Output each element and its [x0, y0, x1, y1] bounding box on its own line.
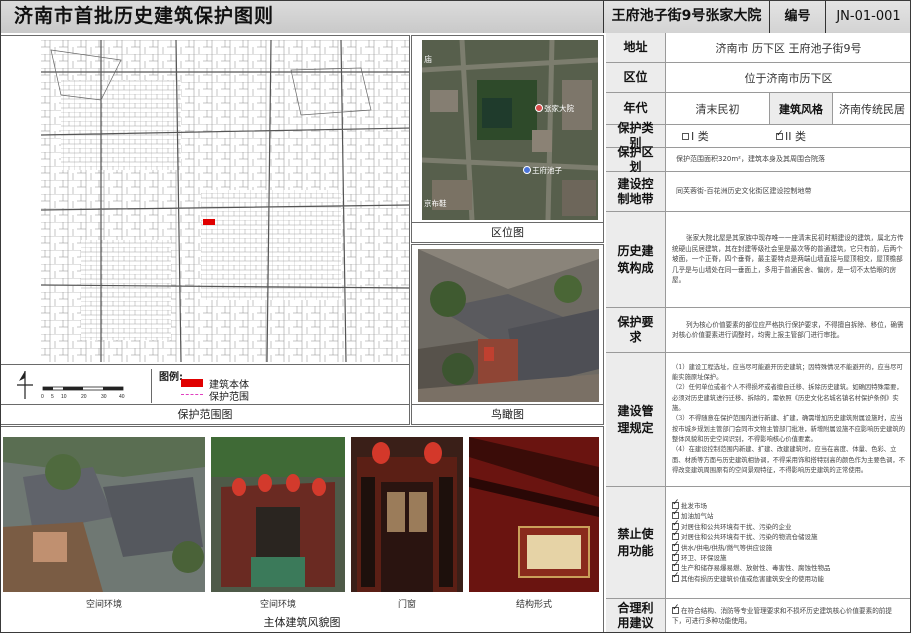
outer-frame: [0, 0, 911, 633]
